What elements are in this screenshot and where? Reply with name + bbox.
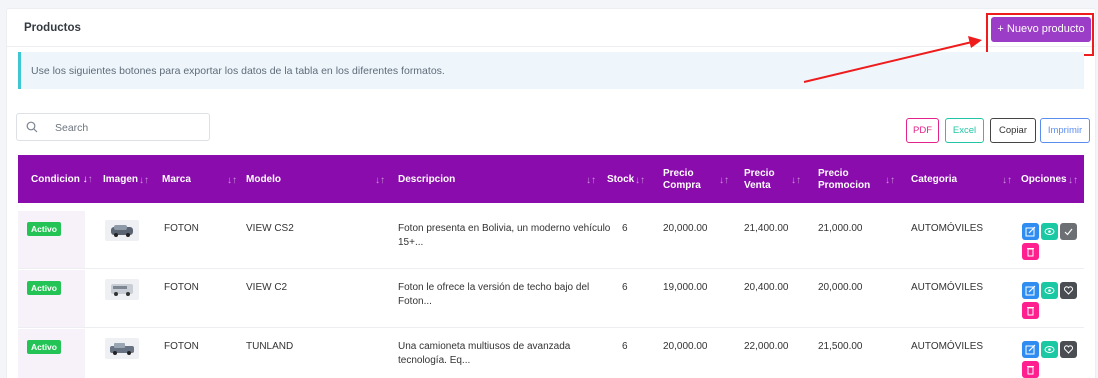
sort-icon: ↓↑ [1002, 175, 1012, 186]
cell-marca: FOTON [164, 341, 199, 352]
export-excel-button[interactable]: Excel [945, 118, 984, 143]
eye-icon [1044, 228, 1055, 235]
cell-stock: 6 [622, 341, 628, 352]
edit-icon [1025, 285, 1036, 296]
th-opciones[interactable]: Opciones [1021, 174, 1067, 186]
delete-button[interactable] [1022, 302, 1039, 319]
table-row: Activo FOTON TUNLAND Una camioneta multi… [18, 329, 1084, 378]
sort-icon: ↓↑ [635, 175, 645, 186]
copy-button[interactable]: Copiar [990, 118, 1036, 143]
view-button[interactable] [1041, 223, 1058, 240]
th-imagen[interactable]: Imagen [103, 174, 138, 186]
cell-precio-compra: 19,000.00 [663, 282, 708, 293]
card-header: Productos + Nuevo producto [7, 9, 1095, 56]
cell-categoria: AUTOMÓVILES [911, 341, 984, 352]
delete-button[interactable] [1022, 243, 1039, 260]
cell-descripcion: Foton le ofrece la versión de techo bajo… [398, 282, 590, 307]
check-icon [1064, 228, 1073, 236]
print-button[interactable]: Imprimir [1040, 118, 1090, 143]
cell-precio-venta: 21,400.00 [744, 223, 789, 234]
th-modelo[interactable]: Modelo [246, 174, 281, 186]
toggle-button[interactable] [1060, 282, 1077, 299]
edit-button[interactable] [1022, 223, 1039, 240]
sort-icon: ↓↑ [1068, 175, 1078, 186]
table-row: Activo FOTON VIEW CS2 Foton presenta en … [18, 211, 1084, 269]
sort-icon: ↓↑ [375, 175, 385, 186]
status-badge: Activo [27, 340, 61, 354]
trash-icon [1027, 307, 1034, 316]
sort-icon: ↓↑ [139, 175, 149, 186]
sort-desc-icon: ↓↑ [82, 174, 93, 185]
sort-icon: ↓↑ [586, 175, 596, 186]
sort-icon: ↓↑ [885, 175, 895, 186]
search-input[interactable]: Search [55, 122, 88, 134]
product-image [105, 279, 139, 300]
th-marca[interactable]: Marca [162, 174, 191, 186]
page-title: Productos [24, 22, 81, 34]
th-precio-venta[interactable]: Precio Venta [744, 168, 775, 192]
cell-stock: 6 [622, 282, 628, 293]
trash-icon [1027, 366, 1034, 375]
th-descripcion[interactable]: Descripcion [398, 174, 455, 186]
eye-icon [1044, 346, 1055, 353]
th-precio-promocion[interactable]: Precio Promocion [818, 168, 870, 192]
product-image [105, 338, 139, 359]
cell-stock: 6 [622, 223, 628, 234]
status-badge: Activo [27, 222, 61, 236]
cell-modelo: TUNLAND [246, 341, 294, 352]
cell-precio-promocion: 20,000.00 [818, 282, 863, 293]
cell-descripcion: Una camioneta multiusos de avanzada tecno… [398, 341, 571, 366]
export-pdf-button[interactable]: PDF [906, 118, 939, 143]
sort-icon: ↓↑ [791, 175, 801, 186]
highlight-box [986, 13, 1094, 56]
view-button[interactable] [1041, 341, 1058, 358]
cell-marca: FOTON [164, 223, 199, 234]
info-alert: Use los siguientes botones para exportar… [18, 52, 1084, 89]
heart-icon [1063, 286, 1074, 295]
toggle-button[interactable] [1060, 341, 1077, 358]
heart-icon [1063, 345, 1074, 354]
toggle-button[interactable] [1060, 223, 1077, 240]
search-icon [26, 121, 38, 136]
info-text: Use los siguientes botones para exportar… [31, 65, 445, 77]
cell-precio-compra: 20,000.00 [663, 223, 708, 234]
cell-modelo: VIEW CS2 [246, 223, 294, 234]
edit-icon [1025, 344, 1036, 355]
cell-categoria: AUTOMÓVILES [911, 223, 984, 234]
cell-precio-venta: 20,400.00 [744, 282, 789, 293]
product-image [105, 220, 139, 241]
cell-precio-promocion: 21,500.00 [818, 341, 863, 352]
table-header: Condicion ↓↑ Imagen ↓↑ Marca ↓↑ Modelo ↓… [18, 155, 1084, 203]
sort-icon: ↓↑ [227, 175, 237, 186]
trash-icon [1027, 248, 1034, 257]
delete-button[interactable] [1022, 361, 1039, 378]
table-row: Activo FOTON VIEW C2 Foton le ofrece la … [18, 270, 1084, 328]
edit-button[interactable] [1022, 282, 1039, 299]
cell-descripcion: Foton presenta en Bolivia, un moderno ve… [398, 223, 611, 248]
edit-button[interactable] [1022, 341, 1039, 358]
cell-categoria: AUTOMÓVILES [911, 282, 984, 293]
status-badge: Activo [27, 281, 61, 295]
view-button[interactable] [1041, 282, 1058, 299]
cell-precio-promocion: 21,000.00 [818, 223, 863, 234]
cell-marca: FOTON [164, 282, 199, 293]
sort-icon: ↓↑ [719, 175, 729, 186]
th-condicion[interactable]: Condicion ↓↑ [31, 174, 93, 186]
search-box[interactable]: Search [16, 113, 210, 141]
cell-precio-venta: 22,000.00 [744, 341, 789, 352]
cell-precio-compra: 20,000.00 [663, 341, 708, 352]
edit-icon [1025, 226, 1036, 237]
cell-modelo: VIEW C2 [246, 282, 288, 293]
th-stock[interactable]: Stock [607, 174, 634, 186]
th-categoria[interactable]: Categoria [911, 174, 957, 186]
th-precio-compra[interactable]: Precio Compra [663, 168, 701, 192]
eye-icon [1044, 287, 1055, 294]
